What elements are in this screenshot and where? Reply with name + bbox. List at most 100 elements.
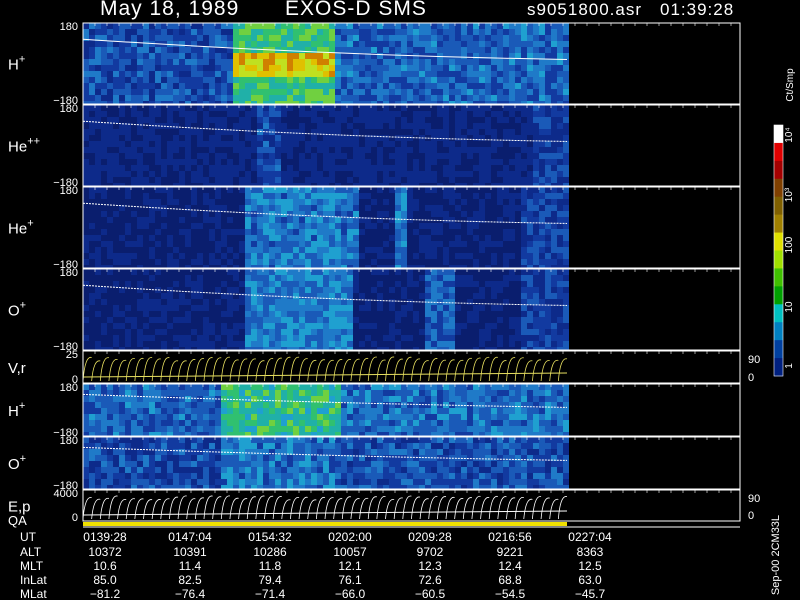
spectrogram-cell xyxy=(401,89,407,95)
spectrogram-cell xyxy=(485,83,491,89)
spectrogram-cell xyxy=(539,287,545,293)
spectrogram-cell xyxy=(377,83,383,89)
spectrogram-cell xyxy=(233,165,239,171)
spectrogram-cell xyxy=(383,299,389,305)
spectrogram-cell xyxy=(83,229,89,235)
spectrogram-cell xyxy=(527,153,533,159)
spectrogram-cell xyxy=(233,111,239,117)
spectrogram-cell xyxy=(281,317,287,323)
spectrogram-cell xyxy=(395,187,401,193)
spectrogram-cell xyxy=(509,293,515,299)
spectrogram-cell xyxy=(221,187,227,193)
spectrogram-cell xyxy=(203,253,209,259)
spectrogram-cell xyxy=(359,229,365,235)
spectrogram-cell xyxy=(383,253,389,259)
spectrogram-cell xyxy=(89,29,95,35)
spectrogram-cell xyxy=(515,287,521,293)
spectrogram-cell xyxy=(503,29,509,35)
spectrogram-cell xyxy=(509,253,515,259)
spectrogram-cell xyxy=(233,35,239,41)
spectrogram-cell xyxy=(443,281,449,287)
spectrogram-cell xyxy=(365,287,371,293)
spectrogram-cell xyxy=(443,41,449,47)
spectrogram-cell xyxy=(425,281,431,287)
spectrogram-cell xyxy=(545,171,551,177)
spectrogram-cell xyxy=(161,89,167,95)
spectrogram-cell xyxy=(257,59,263,65)
spectrogram-cell xyxy=(251,77,257,83)
spectrogram-cell xyxy=(125,53,131,59)
spectrogram-cell xyxy=(389,83,395,89)
spectrogram-cell xyxy=(437,41,443,47)
spectrogram-cell xyxy=(263,23,269,29)
spectrogram-cell xyxy=(203,59,209,65)
spectrogram-cell xyxy=(185,305,191,311)
spectrogram-cell xyxy=(107,89,113,95)
spectrogram-cell xyxy=(509,65,515,71)
spectrogram-cell xyxy=(413,293,419,299)
spectrogram-cell xyxy=(113,165,119,171)
spectrogram-cell xyxy=(107,23,113,29)
spectrogram-cell xyxy=(119,323,125,329)
spectrogram-cell xyxy=(371,105,377,111)
spectrogram-cell xyxy=(227,247,233,253)
spectrogram-cell xyxy=(143,299,149,305)
spectrogram-cell xyxy=(257,253,263,259)
spectrogram-cell xyxy=(443,147,449,153)
spectrogram-cell xyxy=(215,77,221,83)
panel-2 xyxy=(82,186,741,269)
spectrogram-cell xyxy=(311,187,317,193)
spectrogram-cell xyxy=(263,147,269,153)
spectrogram-cell xyxy=(281,217,287,223)
spectrogram-cell xyxy=(545,29,551,35)
spectrogram-cell xyxy=(521,89,527,95)
spectrogram-cell xyxy=(479,241,485,247)
spectrogram-cell xyxy=(131,71,137,77)
spectrogram-cell xyxy=(149,281,155,287)
spectrogram-cell xyxy=(125,323,131,329)
spectrogram-cell xyxy=(449,223,455,229)
spectrogram-cell xyxy=(161,317,167,323)
spectrogram-cell xyxy=(425,177,431,183)
spectrogram-cell xyxy=(317,117,323,123)
spectrogram-cell xyxy=(185,247,191,253)
spectrogram-cell xyxy=(113,89,119,95)
spectrogram-cell xyxy=(341,105,347,111)
spectrogram-cell xyxy=(407,117,413,123)
spectrogram-cell xyxy=(233,199,239,205)
spectrogram-cell xyxy=(299,71,305,77)
spectrogram-cell xyxy=(191,229,197,235)
spectrogram-cell xyxy=(329,111,335,117)
spectrogram-cell xyxy=(95,402,101,408)
spectrogram-cell xyxy=(527,281,533,287)
spectrogram-cell xyxy=(509,71,515,77)
spectrogram-cell xyxy=(263,123,269,129)
spectrogram-cell xyxy=(497,141,503,147)
spectrogram-cell xyxy=(281,275,287,281)
spectrogram-cell xyxy=(167,123,173,129)
spectrogram-cell xyxy=(545,287,551,293)
spectrogram-cell xyxy=(557,89,563,95)
spectrogram-cell xyxy=(503,153,509,159)
spectrogram-cell xyxy=(401,275,407,281)
spectrogram-cell xyxy=(101,89,107,95)
spectrogram-cell xyxy=(533,41,539,47)
spectrogram-cell xyxy=(239,299,245,305)
spectrogram-cell xyxy=(443,329,449,335)
spectrogram-cell xyxy=(131,35,137,41)
spectrogram-cell xyxy=(353,83,359,89)
spectrogram-cell xyxy=(413,229,419,235)
spectrogram-cell xyxy=(407,59,413,65)
spectrogram-cell xyxy=(131,177,137,183)
spectrogram-cell xyxy=(209,341,215,347)
spectrogram-cell xyxy=(503,193,509,199)
spectrogram-cell xyxy=(323,23,329,29)
spectrogram-cell xyxy=(335,293,341,299)
spectrogram-cell xyxy=(203,259,209,265)
panel-4 xyxy=(82,350,741,384)
spectrogram-cell xyxy=(353,317,359,323)
spectrogram-cell xyxy=(503,211,509,217)
spectrogram-cell xyxy=(341,159,347,165)
spectrogram-cell xyxy=(497,199,503,205)
spectrogram-cell xyxy=(449,159,455,165)
